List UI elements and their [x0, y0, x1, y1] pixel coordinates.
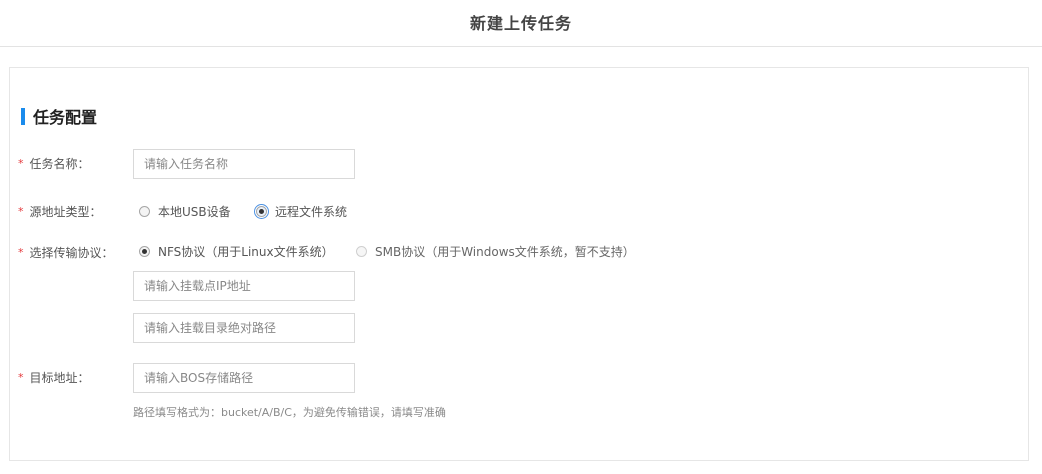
task-name-input[interactable]: [133, 149, 355, 179]
section-heading: 任务配置: [21, 106, 98, 127]
section-accent-bar: [21, 107, 25, 125]
radio-local-usb-icon[interactable]: [139, 206, 150, 217]
mount-ip-input[interactable]: [133, 271, 355, 301]
required-mark: *: [18, 156, 24, 170]
radio-nfs-label: NFS协议（用于Linux文件系统）: [158, 245, 334, 259]
radio-remote-fs-label: 远程文件系统: [275, 205, 348, 219]
mount-path-input[interactable]: [133, 313, 355, 343]
radio-smb: SMB协议（用于Windows文件系统，暂不支持）: [356, 243, 635, 260]
page-title: 新建上传任务: [469, 14, 572, 33]
target-hint: 路径填写格式为：bucket/A/B/C，为避免传输错误，请填写准确: [133, 406, 446, 419]
radio-smb-label: SMB协议（用于Windows文件系统，暂不支持）: [375, 245, 635, 259]
radio-local-usb[interactable]: 本地USB设备: [139, 203, 231, 220]
radio-smb-icon: [356, 246, 367, 257]
source-type-label: * 源地址类型：: [18, 204, 102, 219]
radio-remote-fs[interactable]: 远程文件系统: [254, 203, 348, 220]
radio-nfs[interactable]: NFS协议（用于Linux文件系统）: [139, 243, 334, 260]
bos-path-input[interactable]: [133, 363, 355, 393]
radio-local-usb-label: 本地USB设备: [158, 205, 231, 219]
form-card: [9, 67, 1029, 461]
target-label: * 目标地址：: [18, 370, 90, 385]
protocol-label: * 选择传输协议：: [18, 245, 114, 260]
radio-nfs-icon[interactable]: [139, 246, 150, 257]
task-name-label: * 任务名称：: [18, 156, 90, 171]
page-header: 新建上传任务: [0, 0, 1042, 47]
required-mark: *: [18, 245, 24, 259]
radio-remote-fs-icon[interactable]: [254, 204, 269, 219]
required-mark: *: [18, 204, 24, 218]
required-mark: *: [18, 370, 24, 384]
section-title: 任务配置: [33, 108, 98, 127]
